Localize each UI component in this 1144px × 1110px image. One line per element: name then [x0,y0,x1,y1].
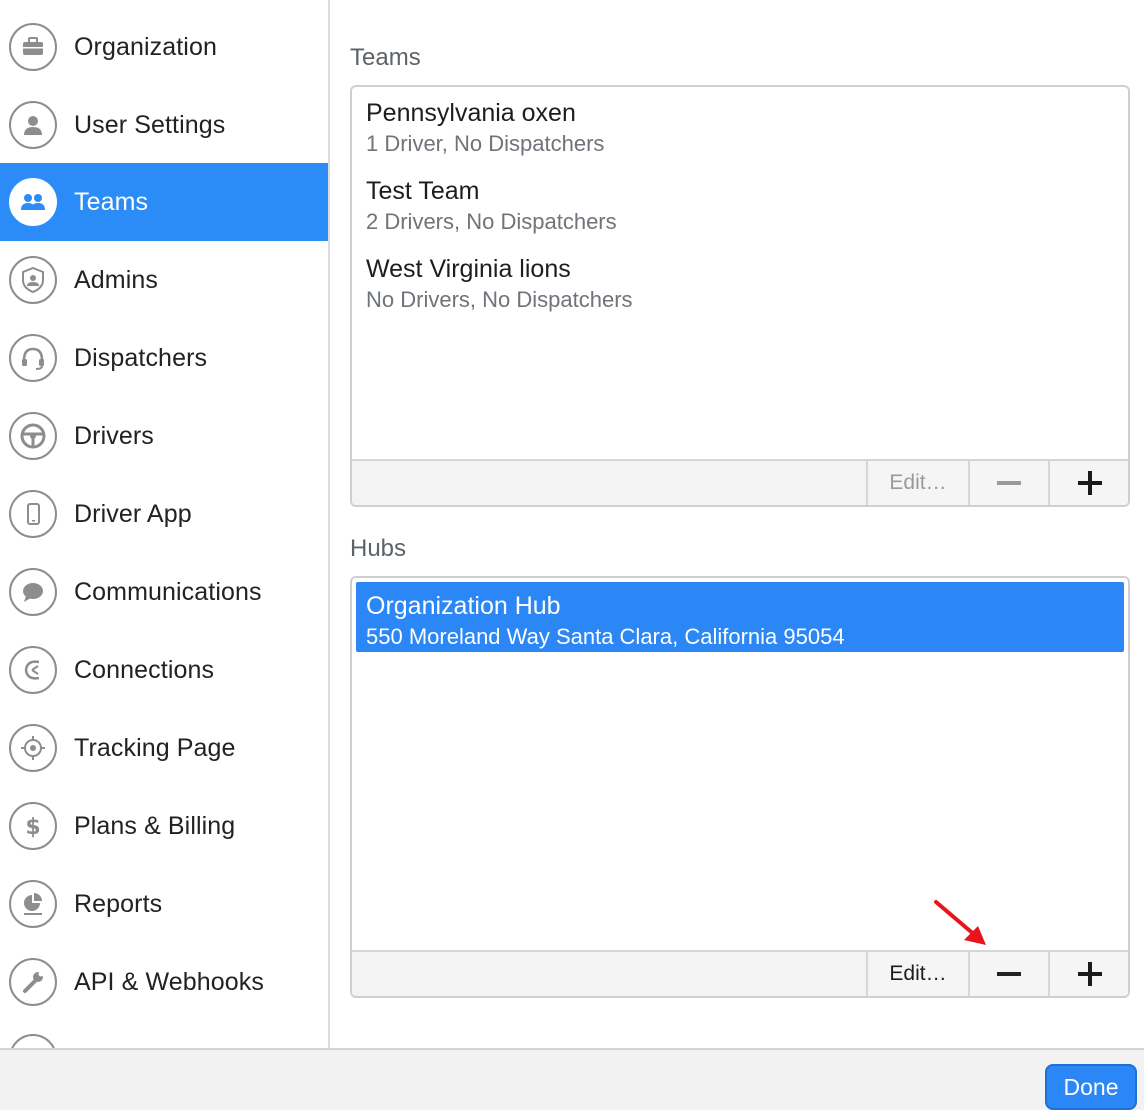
sidebar-item-label: Driver App [74,499,192,528]
phone-icon [9,490,57,538]
connections-icon [9,646,57,694]
hubs-list: Organization Hub 550 Moreland Way Santa … [350,576,1130,998]
hubs-heading: Hubs [350,535,407,562]
briefcase-icon [9,23,57,71]
overflow-item-icon [9,1034,57,1048]
sidebar-item-communications[interactable]: Communications [0,553,328,631]
user-icon [9,101,57,149]
sidebar-item-label: Connections [74,655,215,684]
list-item-selected[interactable]: Organization Hub 550 Moreland Way Santa … [356,582,1124,652]
list-item[interactable]: Test Team 2 Drivers, No Dispatchers [366,177,1114,243]
sidebar-item-driver-app[interactable]: Driver App [0,475,328,553]
sidebar-item-connections[interactable]: Connections [0,631,328,709]
sidebar-item-label: API & Webhooks [74,967,264,996]
teams-heading: Teams [350,44,421,71]
add-hub-button[interactable] [1048,952,1128,996]
team-summary: 2 Drivers, No Dispatchers [366,209,617,234]
settings-sidebar: Organization User Settings Teams Admins … [0,0,330,1048]
sidebar-item-label: User Settings [74,110,226,139]
annotation-arrow-icon [934,900,986,945]
list-item[interactable]: Pennsylvania oxen 1 Driver, No Dispatche… [366,99,1114,165]
sidebar-item-label: Drivers [74,421,154,450]
teams-list: Pennsylvania oxen 1 Driver, No Dispatche… [350,85,1130,507]
hub-address: 550 Moreland Way Santa Clara, California… [366,624,845,649]
sidebar-item-tracking-page[interactable]: Tracking Page [0,709,328,787]
sidebar-item-label: Dispatchers [74,343,208,372]
edit-hub-button[interactable]: Edit… [866,952,968,996]
sidebar-item-label: Tracking Page [74,733,236,762]
sidebar-item-admins[interactable]: Admins [0,241,328,319]
sidebar-item-label: Plans & Billing [74,811,236,840]
edit-team-button[interactable]: Edit… [866,461,968,505]
sidebar-item-organization[interactable]: Organization [0,8,328,86]
sidebar-item-label: Admins [74,265,158,294]
shield-user-icon [9,256,57,304]
chat-bubble-icon [9,568,57,616]
team-icon [9,178,57,226]
team-summary: No Drivers, No Dispatchers [366,287,633,312]
minus-icon [997,972,1021,976]
sidebar-item-drivers[interactable]: Drivers [0,397,328,475]
add-team-button[interactable] [1048,461,1128,505]
sidebar-item-label: Reports [74,889,163,918]
pie-chart-icon [9,880,57,928]
hubs-list-toolbar: Edit… [352,950,1128,996]
sidebar-item-label: Communications [74,577,262,606]
dialog-footer [0,1048,1144,1110]
sidebar-item-label: Teams [74,187,149,216]
steering-wheel-icon [9,412,57,460]
headset-icon [9,334,57,382]
sidebar-item-reports[interactable]: Reports [0,865,328,943]
done-button[interactable]: Done [1045,1064,1137,1110]
wrench-icon [9,958,57,1006]
teams-list-toolbar: Edit… [352,459,1128,505]
plus-icon [1078,962,1102,986]
minus-icon [997,481,1021,485]
sidebar-item-user-settings[interactable]: User Settings [0,86,328,164]
sidebar-item-plans-billing[interactable]: $ Plans & Billing [0,787,328,865]
team-name: Test Team [366,177,480,205]
plus-icon [1078,471,1102,495]
remove-hub-button[interactable] [968,952,1048,996]
sidebar-item-teams[interactable]: Teams [0,163,328,241]
team-name: Pennsylvania oxen [366,99,576,127]
remove-team-button[interactable] [968,461,1048,505]
sidebar-item-label: Organization [74,32,217,61]
sidebar-item-dispatchers[interactable]: Dispatchers [0,319,328,397]
team-summary: 1 Driver, No Dispatchers [366,131,605,156]
svg-text:$: $ [25,815,40,840]
dollar-icon: $ [9,802,57,850]
list-item[interactable]: West Virginia lions No Drivers, No Dispa… [366,255,1114,321]
crosshair-icon [9,724,57,772]
team-name: West Virginia lions [366,255,571,283]
sidebar-item-api-webhooks[interactable]: API & Webhooks [0,943,328,1021]
hub-name: Organization Hub [366,592,561,620]
